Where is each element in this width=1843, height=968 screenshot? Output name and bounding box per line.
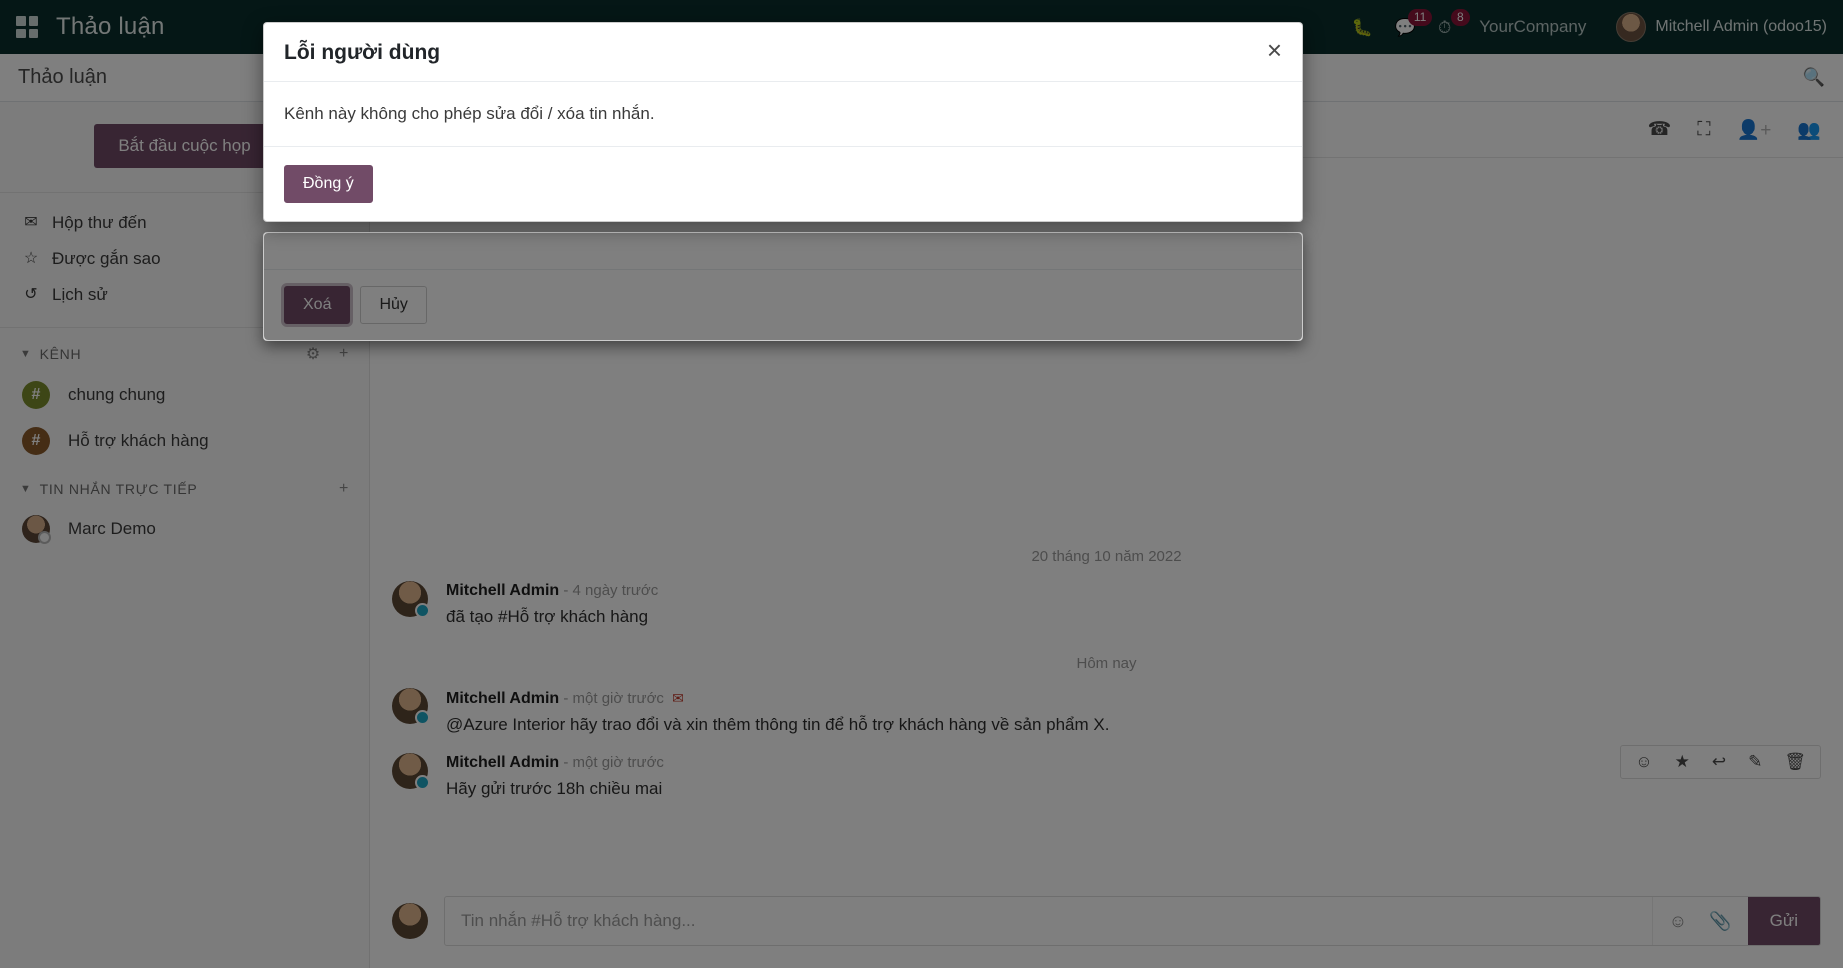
user-error-dialog: Lỗi người dùng × Kênh này không cho phép…: [263, 22, 1303, 222]
ok-button[interactable]: Đồng ý: [284, 165, 373, 203]
error-dialog-footer: Đồng ý: [264, 146, 1302, 221]
confirm-delete-dialog: Xoá Hủy: [263, 232, 1303, 341]
discuss-app-window: Thảo luận 🐛 💬 11 ⏱ 8 YourCompany Mitchel…: [0, 0, 1843, 968]
close-icon[interactable]: ×: [1267, 41, 1282, 59]
confirm-dialog-dim-overlay: [264, 233, 1302, 340]
error-dialog-message: Kênh này không cho phép sửa đổi / xóa ti…: [264, 82, 1302, 146]
error-dialog-title: Lỗi người dùng: [284, 41, 440, 65]
error-dialog-header: Lỗi người dùng ×: [264, 23, 1302, 82]
